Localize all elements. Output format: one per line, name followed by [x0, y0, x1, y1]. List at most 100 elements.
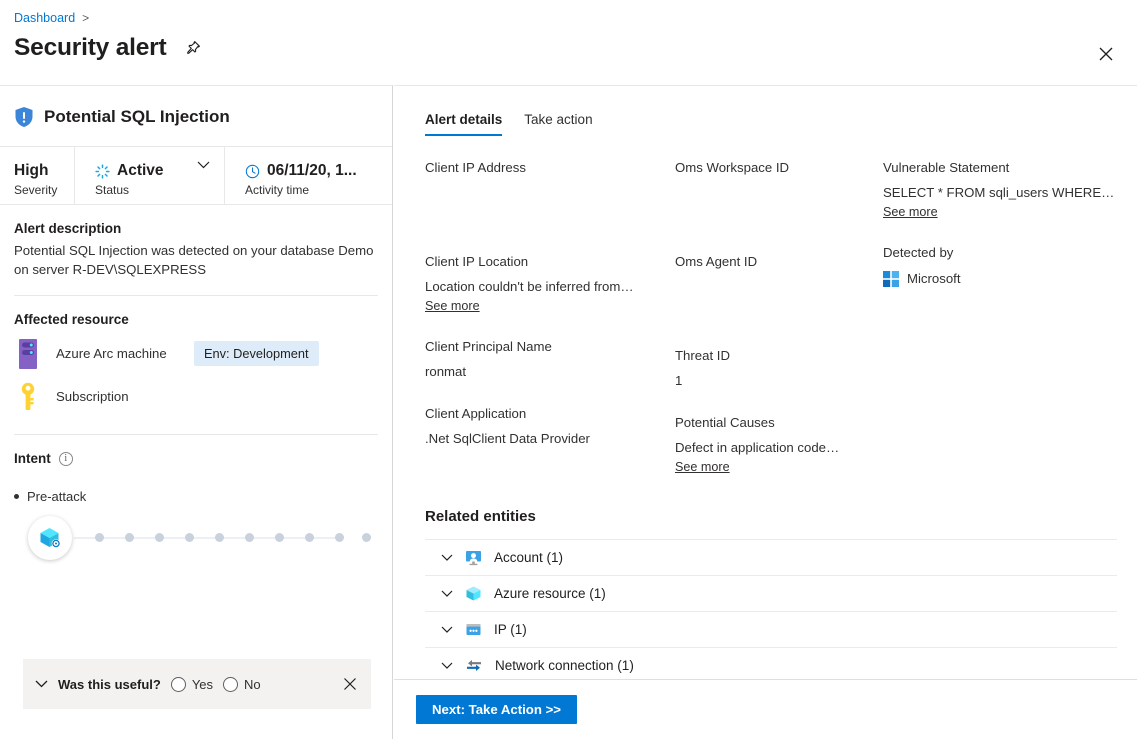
affected-resource-title: Affected resource	[14, 312, 129, 327]
details-column-1: Client IP Address Client IP Location Loc…	[425, 158, 675, 498]
related-entity-row-azure-resource[interactable]: Azure resource (1)	[425, 575, 1117, 611]
detail-key: Client Principal Name	[425, 339, 552, 354]
alert-description-text: Potential SQL Injection was detected on …	[14, 243, 374, 277]
see-more-link[interactable]: See more	[883, 205, 938, 219]
network-arrows-icon	[465, 657, 483, 674]
chevron-down-icon[interactable]	[441, 590, 453, 597]
close-button[interactable]	[1093, 41, 1119, 67]
footer-bar: Next: Take Action >>	[394, 679, 1137, 739]
affected-resource-row-subscription[interactable]: Subscription	[14, 375, 378, 418]
detail-client-ip-address: Client IP Address	[425, 158, 675, 230]
activity-time-value: 06/11/20, 1...	[267, 162, 357, 179]
intent-stage-label: Pre-attack	[27, 489, 87, 504]
info-icon[interactable]: i	[58, 451, 73, 466]
key-icon	[14, 380, 42, 414]
right-panel: Alert details Take action Client IP Addr…	[394, 85, 1137, 739]
detail-key: Vulnerable Statement	[883, 160, 1010, 175]
feedback-no-option[interactable]: No	[223, 676, 261, 692]
see-more-link[interactable]: See more	[425, 299, 480, 313]
chevron-down-icon[interactable]	[441, 626, 453, 633]
detail-client-principal-name: Client Principal Name ronmat	[425, 337, 675, 382]
activity-time-value-row: 06/11/20, 1...	[245, 162, 392, 180]
related-entity-label: Account (1)	[494, 550, 564, 565]
alert-status-strip: High Severity Active Status 06/11/20, 1.…	[0, 147, 392, 205]
chevron-down-icon[interactable]	[35, 680, 48, 688]
severity-value: High	[14, 162, 49, 179]
detail-key: Client Application	[425, 406, 527, 421]
feedback-close-icon[interactable]	[343, 677, 357, 691]
page-title-row: Security alert	[14, 34, 204, 62]
status-value: Active	[117, 162, 164, 179]
detected-by-row: Microsoft	[883, 269, 1117, 289]
detail-key: Oms Agent ID	[675, 254, 758, 269]
chevron-down-icon[interactable]	[441, 662, 453, 669]
timeline-dot[interactable]	[95, 533, 104, 542]
tab-take-action[interactable]: Take action	[524, 112, 592, 136]
timeline-dot[interactable]	[335, 533, 344, 542]
breadcrumb-separator-icon: >	[82, 11, 90, 25]
next-take-action-button[interactable]: Next: Take Action >>	[416, 695, 577, 724]
spinner-icon	[95, 163, 110, 179]
related-entities-title: Related entities	[425, 508, 536, 525]
intent-section: Intent i Pre-attack	[0, 451, 392, 566]
see-more-link[interactable]: See more	[675, 460, 730, 474]
account-monitor-icon	[465, 549, 482, 566]
timeline-active-node[interactable]	[28, 516, 72, 560]
feedback-question: Was this useful?	[58, 676, 161, 692]
detail-oms-agent-id: Oms Agent ID	[675, 252, 883, 324]
page-title: Security alert	[14, 34, 167, 61]
divider	[14, 434, 378, 435]
timeline-dot[interactable]	[125, 533, 134, 542]
detail-client-application: Client Application .Net SqlClient Data P…	[425, 404, 675, 449]
attack-cube-icon	[37, 525, 63, 551]
timeline-dot[interactable]	[155, 533, 164, 542]
intent-stage: Pre-attack	[14, 489, 378, 504]
timeline-dot[interactable]	[245, 533, 254, 542]
related-entity-row-network-connection[interactable]: Network connection (1)	[425, 647, 1117, 683]
affected-resource-section: Affected resource Azure Arc machine Env:…	[0, 312, 392, 418]
tab-alert-details[interactable]: Alert details	[425, 112, 503, 136]
alert-name-row: Potential SQL Injection	[0, 86, 392, 147]
status-cell[interactable]: Active Status	[74, 147, 224, 204]
affected-resource-row-machine[interactable]: Azure Arc machine Env: Development	[14, 332, 378, 375]
detail-key: Client IP Address	[425, 160, 526, 175]
timeline-dot[interactable]	[305, 533, 314, 542]
microsoft-logo-icon	[883, 271, 899, 287]
detail-value: ronmat	[425, 364, 467, 379]
chevron-down-icon[interactable]	[197, 161, 210, 169]
affected-resource-label: Subscription	[56, 389, 129, 404]
related-entity-row-ip[interactable]: IP (1)	[425, 611, 1117, 647]
security-alert-page: Dashboard > Security alert Potential SQL	[0, 0, 1137, 739]
detail-value: .Net SqlClient Data Provider	[425, 431, 590, 446]
radio-no[interactable]	[223, 676, 239, 692]
related-entity-label: IP (1)	[494, 622, 527, 637]
detail-key: Client IP Location	[425, 254, 529, 269]
azure-cube-icon	[465, 585, 482, 602]
details-column-3: Vulnerable Statement SELECT * FROM sqli_…	[883, 158, 1117, 498]
detail-vulnerable-statement: Vulnerable Statement SELECT * FROM sqli_…	[883, 158, 1117, 221]
detail-value: Defect in application code…	[675, 440, 840, 455]
timeline-dot[interactable]	[215, 533, 224, 542]
detail-key: Potential Causes	[675, 415, 775, 430]
detail-oms-workspace-id: Oms Workspace ID	[675, 158, 883, 230]
feedback-yes-option[interactable]: Yes	[170, 676, 213, 692]
related-entity-label: Network connection (1)	[495, 657, 634, 673]
related-entity-row-account[interactable]: Account (1)	[425, 539, 1117, 575]
timeline-dot[interactable]	[185, 533, 194, 542]
breadcrumb-link-dashboard[interactable]: Dashboard	[14, 11, 75, 25]
detail-value: Microsoft	[907, 271, 961, 286]
kill-chain-timeline	[14, 510, 378, 566]
timeline-dot[interactable]	[362, 533, 371, 542]
ip-window-icon	[465, 621, 482, 638]
radio-yes[interactable]	[170, 676, 186, 692]
activity-time-cell: 06/11/20, 1... Activity time	[224, 147, 392, 204]
severity-cell: High Severity	[0, 147, 74, 204]
intent-title: Intent	[14, 451, 51, 466]
pin-icon[interactable]	[182, 37, 204, 59]
detail-threat-id: Threat ID 1	[675, 346, 883, 391]
activity-time-label: Activity time	[245, 183, 310, 197]
chevron-down-icon[interactable]	[441, 554, 453, 561]
timeline-dot[interactable]	[275, 533, 284, 542]
severity-label: Severity	[14, 183, 58, 197]
detail-potential-causes: Potential Causes Defect in application c…	[675, 413, 883, 476]
